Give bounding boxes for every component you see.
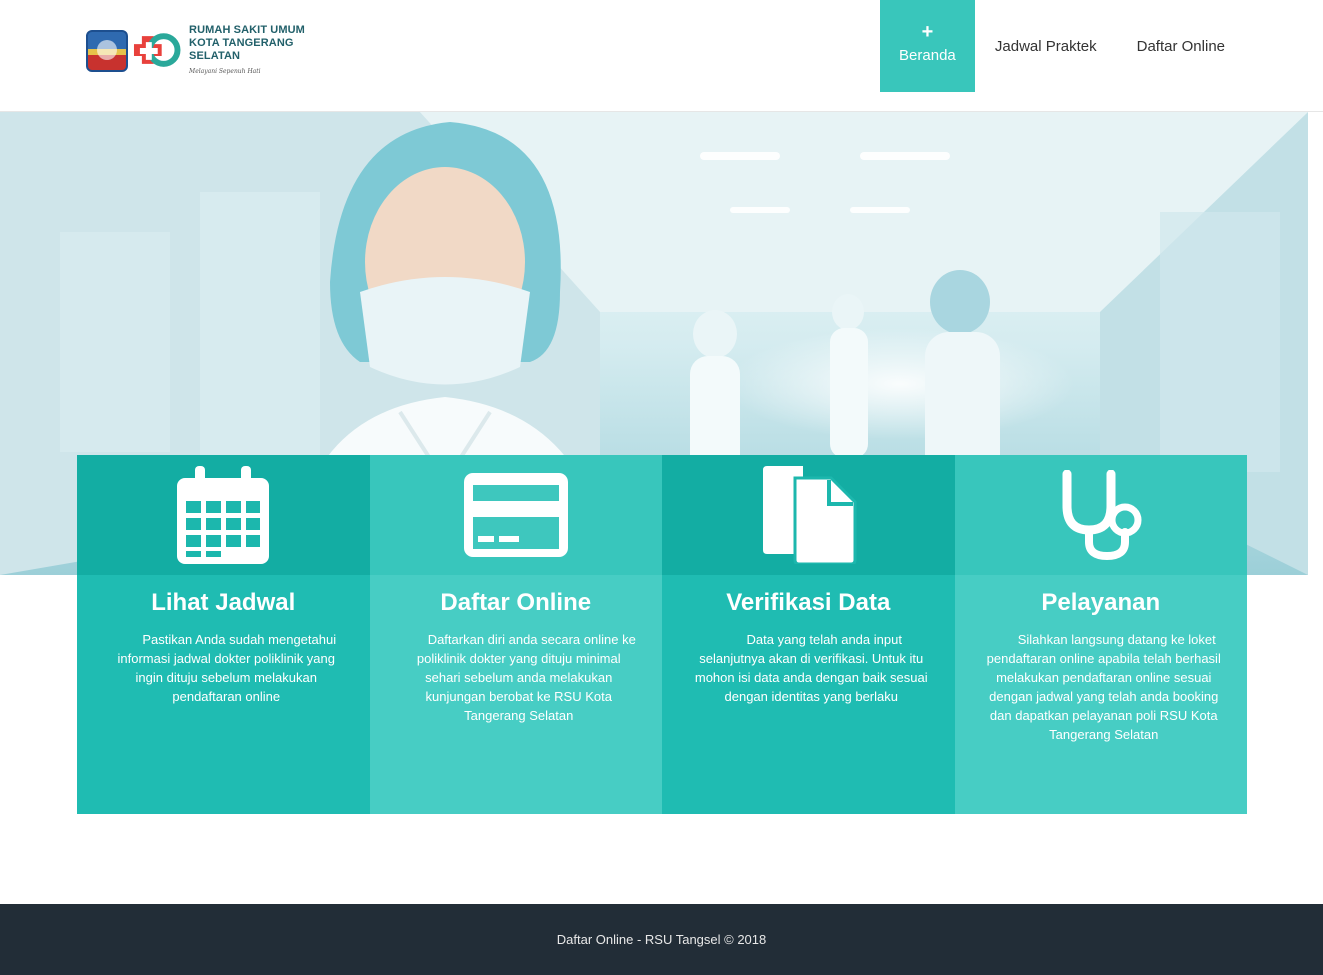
plus-icon: +	[921, 20, 934, 43]
logo-text: RUMAH SAKIT UMUM KOTA TANGERANG SELATAN …	[189, 24, 346, 78]
feature-title: Daftar Online	[440, 589, 592, 616]
nav-item-beranda[interactable]: + Beranda	[879, 0, 975, 92]
feature-icon-area	[954, 455, 1247, 575]
nav-item-jadwal-praktek[interactable]: Jadwal Praktek	[975, 0, 1117, 92]
feature-description: Silahkan langsung datang ke loket pendaf…	[986, 632, 1221, 742]
feature-icon-area	[77, 455, 370, 575]
feature-pelayanan[interactable]: Pelayanan Silahkan langsung datang ke lo…	[954, 455, 1247, 814]
feature-verifikasi-data[interactable]: Verifikasi Data Data yang telah anda inp…	[662, 455, 955, 814]
nav-label-jadwal-praktek: Jadwal Praktek	[994, 37, 1097, 55]
feature-daftar-online[interactable]: Daftar Online Daftarkan diri anda secara…	[369, 455, 662, 814]
city-seal-icon	[86, 30, 128, 72]
feature-title: Verifikasi Data	[726, 589, 891, 616]
feature-description: Daftarkan diri anda secara online ke pol…	[416, 632, 636, 723]
feature-icon-area	[369, 455, 662, 575]
calendar-icon	[177, 466, 270, 564]
credit-card-icon	[463, 473, 568, 557]
logo-line-1: RUMAH SAKIT UMUM	[189, 24, 305, 36]
hospital-logo[interactable]: RUMAH SAKIT UMUM KOTA TANGERANG SELATAN …	[86, 24, 346, 75]
logo-line-2: KOTA TANGERANG SELATAN	[189, 37, 294, 62]
site-header: RUMAH SAKIT UMUM KOTA TANGERANG SELATAN …	[0, 0, 1323, 112]
feature-title: Lihat Jadwal	[151, 589, 296, 616]
footer-copyright: Daftar Online - RSU Tangsel © 2018	[556, 932, 767, 947]
feature-title: Pelayanan	[1041, 589, 1161, 616]
documents-icon	[763, 466, 857, 564]
hospital-mark-icon	[133, 33, 181, 67]
nav-label-daftar-online: Daftar Online	[1136, 37, 1225, 55]
features-section: Lihat Jadwal Pastikan Anda sudah mengeta…	[77, 455, 1247, 814]
logo-tagline: Melayani Sepenuh Hati	[189, 68, 261, 75]
stethoscope-icon	[1062, 470, 1142, 560]
feature-lihat-jadwal[interactable]: Lihat Jadwal Pastikan Anda sudah mengeta…	[77, 455, 370, 814]
feature-description: Pastikan Anda sudah mengetahui informasi…	[117, 632, 337, 704]
feature-description: Data yang telah anda input selanjutnya a…	[694, 632, 928, 704]
feature-icon-area	[662, 455, 955, 575]
nav-item-daftar-online[interactable]: Daftar Online	[1117, 0, 1245, 92]
main-nav: + Beranda Jadwal Praktek Daftar Online	[879, 0, 1245, 92]
nav-label-beranda: Beranda	[899, 46, 956, 64]
site-footer: Daftar Online - RSU Tangsel © 2018	[0, 904, 1323, 975]
